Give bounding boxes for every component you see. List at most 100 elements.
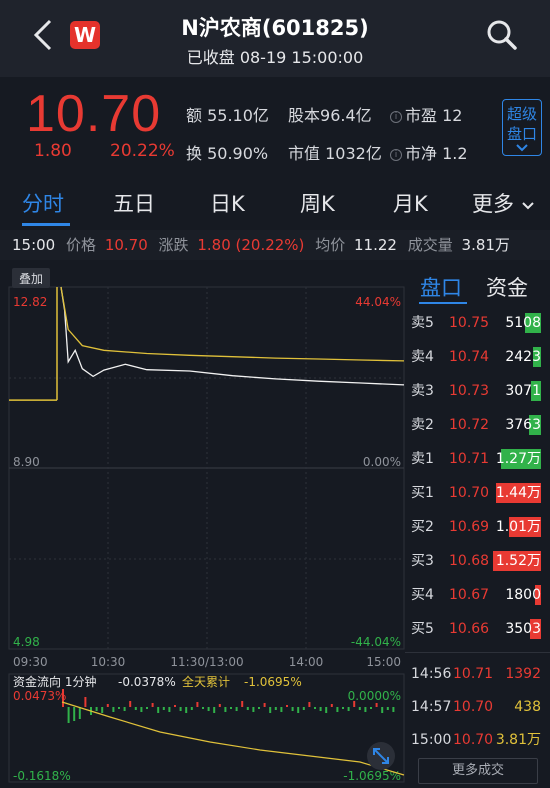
orderbook-row[interactable]: 卖2 10.72 3763 [405,408,550,442]
trade-row: 14:56 10.71 1392 [405,659,550,689]
info-change-label: 涨跌 [158,236,189,254]
mktcap-label: 市值 [288,144,321,163]
mktcap-value: 1032亿 [325,144,382,163]
orderbook-row[interactable]: 买2 10.69 1.01万 [405,510,550,544]
tab-weekly-k[interactable]: 周K [300,188,335,218]
flow-bar [325,707,328,713]
amount-label: 额 [186,106,203,125]
orderbook-row[interactable]: 卖3 10.73 3071 [405,374,550,408]
app-header: W N沪农商(601825) 已收盘 08-19 15:00:00 [0,0,550,77]
flow-bottom-left: -0.1618% [13,769,71,783]
flow-bar [134,707,137,710]
flow-bar [263,703,266,707]
orderbook-volume: 1.52万 [495,553,541,569]
fund-flow-header: 资金流向 1分钟 -0.0378% 全天累计 -1.0695% 0.0473% … [13,674,401,783]
pct-axis-bottom: -44.04% [351,635,401,649]
orderbook-label: 卖3 [411,383,434,399]
tab-more[interactable]: 更多 [472,188,535,218]
flow-bar [162,707,165,710]
expand-icon[interactable] [367,742,395,770]
current-price: 10.70 [26,85,162,143]
orderbook-volume: 2423 [505,349,541,365]
overlay-label: 叠加 [19,272,43,286]
flow-bar [252,707,255,712]
flow-bar [151,703,154,707]
info-avg-label: 均价 [315,236,346,254]
pe-value: 12 [442,106,463,125]
trade-time: 15:00 [411,732,452,748]
flow-bar [230,707,232,709]
flow-bar [386,707,389,710]
average-price-line [60,286,405,362]
info-icon: i [390,111,402,123]
flow-bar [274,707,277,710]
orderbook-row[interactable]: 买4 10.67 1800 [405,578,550,612]
orderbook-row[interactable]: 卖5 10.75 5108 [405,306,550,340]
flow-bar [358,707,361,710]
capital-stat: 股本96.4亿 [288,102,372,126]
flow-bar [157,707,160,713]
flow-bar [364,707,367,712]
flow-cum-label: 全天累计 [182,674,230,689]
orderbook-label: 卖4 [411,349,434,365]
orderbook-label: 买5 [411,621,434,637]
tab-intraday[interactable]: 分时 [22,188,64,218]
y-axis-top: 12.82 [13,295,47,309]
divider [405,652,550,653]
capital-value: 96.4亿 [320,106,372,125]
tab-daily-k[interactable]: 日K [210,188,245,218]
flow-bar [330,704,333,707]
turnover-value: 50.90% [207,144,269,163]
tab-funds[interactable]: 资金 [486,272,528,302]
pe-label: 市盈 [405,106,438,125]
orderbook-row[interactable]: 买3 10.68 1.52万 [405,544,550,578]
super-orderbook-button[interactable]: 超级 盘口 [502,99,542,156]
amount-stat: 额 55.10亿 [186,102,269,126]
pb-value: 1.2 [442,144,468,163]
flow-bar [353,701,356,707]
info-avg: 11.22 [354,236,397,254]
turnover-stat: 换 50.90% [186,140,268,164]
tab-monthly-k[interactable]: 月K [393,188,428,218]
tab-five-day[interactable]: 五日 [113,188,155,218]
flow-bar [286,705,288,707]
orderbook-price: 10.68 [449,553,490,569]
trade-volume: 3.81万 [495,732,541,748]
crosshair-info-bar: 15:00 价格 10.70 涨跌 1.80 (20.22%) 均价 11.22… [0,230,550,260]
flow-bar [213,707,216,713]
orderbook-row[interactable]: 卖4 10.74 2423 [405,340,550,374]
orderbook-volume: 1.01万 [495,519,541,535]
orderbook-price: 10.71 [449,451,490,467]
orderbook-price: 10.75 [449,315,490,331]
price-line [60,286,405,386]
orderbook-price: 10.72 [449,417,490,433]
orderbook-row[interactable]: 买1 10.70 1.44万 [405,476,550,510]
flow-bar [202,707,204,709]
search-icon[interactable] [482,17,522,53]
orderbook-volume: 1.44万 [495,485,541,501]
flow-bar [258,707,260,709]
flow-bar [106,704,109,707]
super-btn-line2: 盘口 [506,125,537,143]
pe-stat[interactable]: i 市盈 12 [390,102,462,126]
trade-volume: 1392 [505,666,541,682]
orderbook-row[interactable]: 卖1 10.71 1.27万 [405,442,550,476]
orderbook-row[interactable]: 买5 10.66 3503 [405,612,550,646]
flow-bar [319,707,322,711]
flow-bar [62,689,64,707]
info-price: 10.70 [104,236,148,254]
trade-price: 10.70 [453,732,494,748]
price-change: 1.80 [34,141,72,161]
flow-cum: -1.0695% [244,675,302,689]
market-status: 已收盘 08-19 15:00:00 [186,48,364,67]
trade-row: 14:57 10.70 438 [405,692,550,722]
tab-orderbook[interactable]: 盘口 [420,272,462,302]
pb-stat[interactable]: i 市净 1.2 [390,140,468,164]
intraday-chart[interactable]: 叠加 12.82 8.90 4.98 44.04% 0.00% -44.04% … [0,262,405,788]
flow-bar [140,707,143,712]
capital-label: 股本 [288,106,321,125]
turnover-label: 换 [186,144,203,163]
orderbook-volume: 5108 [505,315,541,331]
x-tick: 10:30 [91,655,126,669]
more-trades-button[interactable]: 更多成交 [418,758,538,784]
